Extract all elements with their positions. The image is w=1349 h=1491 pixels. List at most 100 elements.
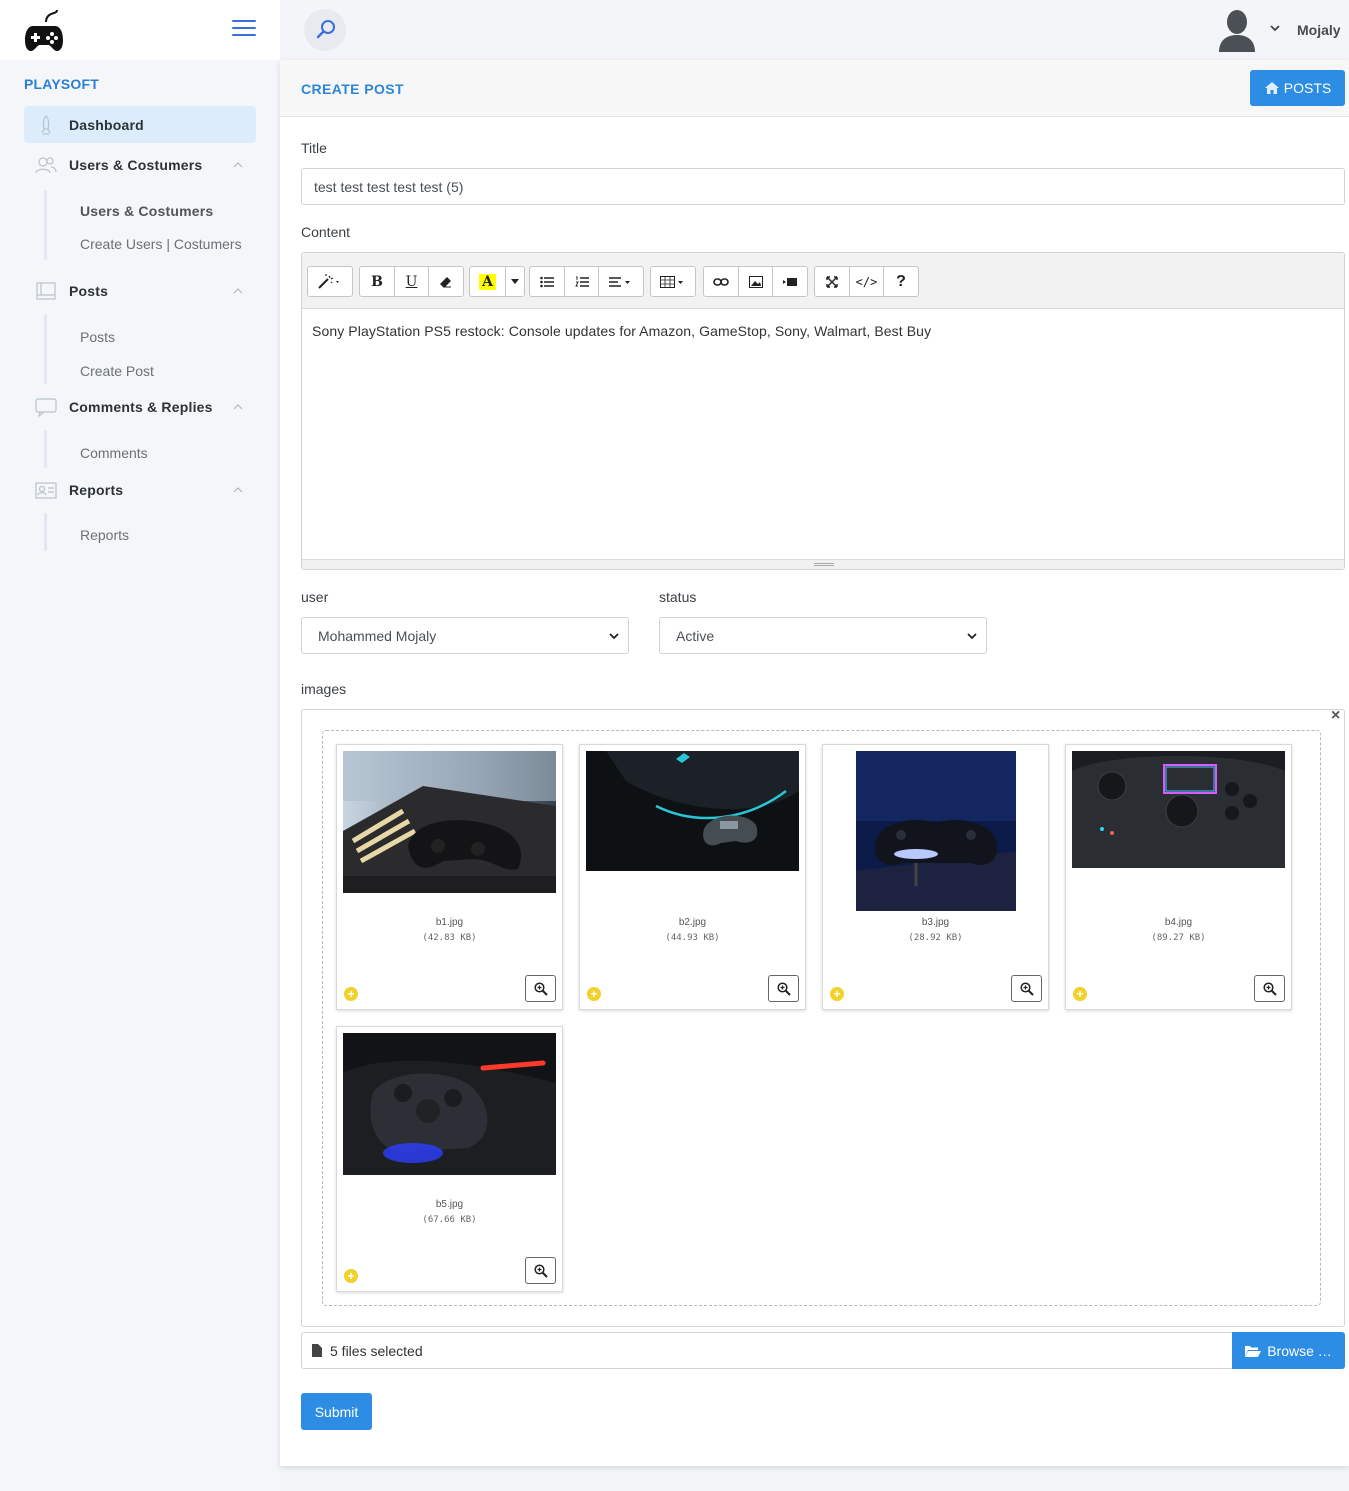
image-icon bbox=[748, 275, 763, 288]
browse-button-label: Browse … bbox=[1267, 1342, 1332, 1359]
close-icon[interactable]: × bbox=[1331, 707, 1340, 725]
user-select[interactable]: Mohammed Mojaly bbox=[301, 617, 629, 654]
chevron-up-icon bbox=[233, 403, 243, 409]
image-button[interactable] bbox=[738, 266, 773, 297]
posts-button-label: POSTS bbox=[1283, 80, 1332, 96]
eraser-icon bbox=[440, 276, 451, 287]
search-button[interactable] bbox=[304, 9, 346, 51]
chevron-down-icon bbox=[609, 633, 619, 640]
card-header: CREATE POST POSTS bbox=[280, 60, 1349, 117]
help-button[interactable]: ? bbox=[883, 266, 919, 297]
list-ol-icon bbox=[574, 276, 589, 287]
color-dropdown-button[interactable] bbox=[505, 266, 525, 297]
file-name: b1.jpg bbox=[435, 917, 464, 928]
code-view-button[interactable]: </> bbox=[849, 266, 884, 297]
menu-toggle-icon[interactable] bbox=[232, 20, 256, 38]
editor-content[interactable]: Sony PlayStation PS5 restock: Console up… bbox=[312, 323, 931, 339]
sidebar-subitem-users[interactable]: Users & Costumers bbox=[80, 203, 213, 219]
unordered-list-button[interactable] bbox=[529, 266, 565, 297]
home-icon bbox=[1264, 82, 1279, 94]
fullscreen-button[interactable] bbox=[814, 266, 850, 297]
submit-button[interactable]: Submit bbox=[301, 1393, 372, 1430]
file-size: (42.83 KB) bbox=[422, 933, 477, 943]
topbar: Mojaly bbox=[280, 0, 1349, 60]
chevron-up-icon bbox=[233, 486, 243, 492]
sidebar: PLAYSOFT Dashboard Users & Costumers Use… bbox=[0, 0, 280, 1491]
thumbnail-image bbox=[343, 1033, 556, 1175]
expand-icon bbox=[826, 275, 838, 288]
zoom-button[interactable] bbox=[525, 1257, 556, 1284]
file-icon bbox=[312, 1344, 322, 1357]
posts-button[interactable]: POSTS bbox=[1250, 70, 1345, 106]
status-select-value: Active bbox=[676, 627, 715, 644]
align-button[interactable] bbox=[598, 266, 644, 297]
sidebar-item-posts[interactable]: Posts bbox=[24, 272, 256, 309]
zoom-in-icon bbox=[1019, 981, 1034, 996]
upload-status-icon: + bbox=[830, 987, 844, 1001]
sidebar-item-label: Comments & Replies bbox=[69, 398, 213, 415]
sidebar-subitem-create-post[interactable]: Create Post bbox=[80, 363, 154, 379]
editor-resize-handle[interactable] bbox=[302, 559, 1344, 569]
upload-status-icon: + bbox=[344, 987, 358, 1001]
sidebar-item-reports[interactable]: Reports bbox=[24, 471, 256, 508]
upload-status-icon: + bbox=[344, 1269, 358, 1283]
gamepad-logo-icon[interactable] bbox=[24, 10, 64, 52]
submenu-rail bbox=[44, 513, 47, 551]
upload-status-icon: + bbox=[587, 987, 601, 1001]
folder-open-icon bbox=[1245, 1345, 1262, 1357]
video-button[interactable] bbox=[772, 266, 808, 297]
style-button[interactable] bbox=[307, 266, 353, 297]
highlight-color-button[interactable]: A bbox=[469, 266, 506, 297]
table-button[interactable] bbox=[650, 266, 696, 297]
browse-button[interactable]: Browse … bbox=[1232, 1332, 1345, 1369]
underline-button[interactable]: U bbox=[394, 266, 429, 297]
zoom-button[interactable] bbox=[768, 975, 799, 1002]
sidebar-item-label: Reports bbox=[69, 481, 124, 498]
file-size: (89.27 KB) bbox=[1151, 933, 1206, 943]
chevron-down-icon bbox=[967, 633, 977, 640]
sidebar-header bbox=[0, 0, 280, 60]
chevron-down-icon[interactable] bbox=[1269, 22, 1281, 34]
zoom-button[interactable] bbox=[1011, 975, 1042, 1002]
files-selected-text: 5 files selected bbox=[330, 1342, 423, 1359]
sidebar-item-users[interactable]: Users & Costumers bbox=[24, 146, 256, 183]
book-icon bbox=[36, 281, 56, 300]
bold-button[interactable]: B bbox=[359, 266, 395, 297]
file-name: b5.jpg bbox=[435, 1199, 464, 1210]
eraser-button[interactable] bbox=[428, 266, 464, 297]
file-caption[interactable]: 5 files selected bbox=[301, 1332, 1233, 1369]
sidebar-subitem-comments[interactable]: Comments bbox=[80, 445, 148, 461]
rich-text-editor: B U A </> ? Sony PlayStation PS5 restock… bbox=[301, 252, 1345, 570]
status-select[interactable]: Active bbox=[659, 617, 987, 654]
link-button[interactable] bbox=[703, 266, 739, 297]
sidebar-subitem-posts[interactable]: Posts bbox=[80, 329, 115, 345]
file-drop-zone[interactable]: b1.jpg (42.83 KB) + b2.jpg (44.93 KB) + … bbox=[322, 730, 1321, 1306]
user-name[interactable]: Mojaly bbox=[1297, 22, 1341, 38]
list-ul-icon bbox=[540, 276, 554, 287]
table-icon bbox=[660, 275, 683, 288]
zoom-in-icon bbox=[533, 981, 548, 996]
rocket-icon bbox=[41, 114, 51, 135]
zoom-in-icon bbox=[533, 1263, 548, 1278]
avatar-icon[interactable] bbox=[1215, 6, 1259, 52]
file-name: b3.jpg bbox=[921, 917, 950, 928]
zoom-button[interactable] bbox=[1254, 975, 1285, 1002]
title-label: Title bbox=[301, 140, 327, 156]
comment-icon bbox=[35, 397, 57, 418]
file-thumbnail: b4.jpg (89.27 KB) + bbox=[1065, 744, 1292, 1010]
sidebar-subitem-reports[interactable]: Reports bbox=[80, 527, 129, 543]
file-thumbnail: b5.jpg (67.66 KB) + bbox=[336, 1026, 563, 1292]
title-input[interactable]: test test test test test (5) bbox=[301, 168, 1345, 205]
file-thumbnail: b3.jpg (28.92 KB) + bbox=[822, 744, 1049, 1010]
upload-status-icon: + bbox=[1073, 987, 1087, 1001]
page-title: CREATE POST bbox=[301, 81, 404, 97]
sidebar-item-comments[interactable]: Comments & Replies bbox=[24, 388, 256, 425]
zoom-button[interactable] bbox=[525, 975, 556, 1002]
sidebar-subitem-create-users[interactable]: Create Users | Costumers bbox=[80, 236, 242, 252]
submenu-rail bbox=[44, 314, 47, 384]
file-size: (28.92 KB) bbox=[908, 933, 963, 943]
chevron-up-icon bbox=[233, 161, 243, 167]
sidebar-item-dashboard[interactable]: Dashboard bbox=[24, 106, 256, 143]
file-name: b2.jpg bbox=[678, 917, 707, 928]
ordered-list-button[interactable] bbox=[564, 266, 599, 297]
